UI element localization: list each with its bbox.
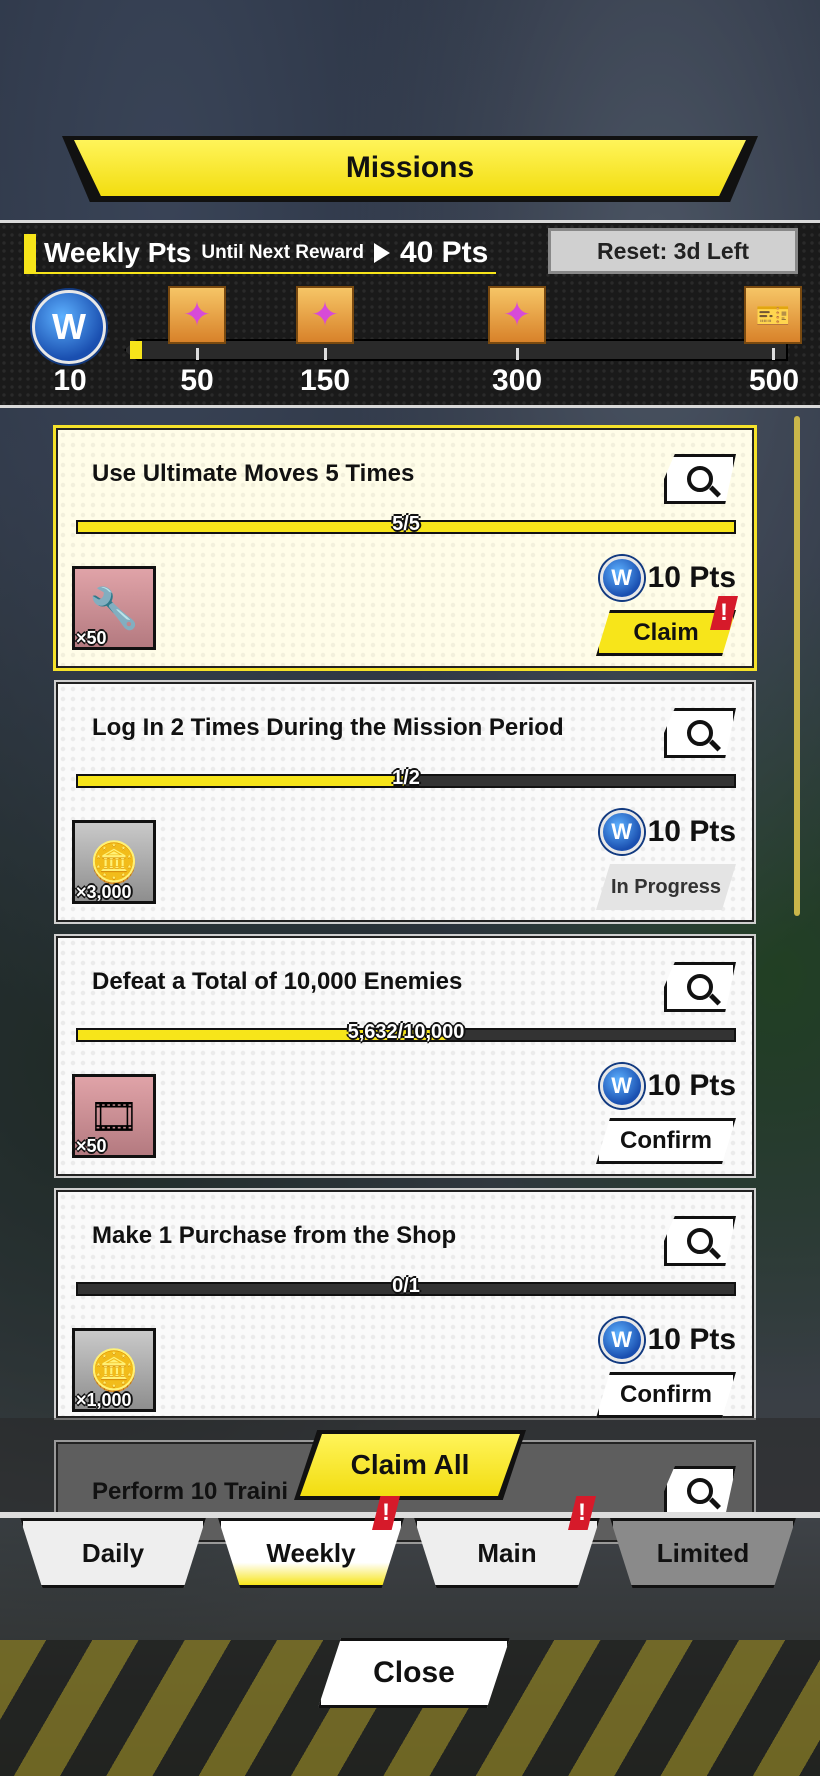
- mission-list-scrollbar[interactable]: [794, 416, 800, 916]
- mission-title: Log In 2 Times During the Mission Period: [92, 714, 564, 741]
- mission-points: W 10 Pts: [599, 1318, 736, 1362]
- weekly-points-badge-icon: W: [32, 290, 106, 364]
- rainbow-crystal-reward-icon[interactable]: ✦: [168, 286, 226, 344]
- confirm-button[interactable]: Confirm: [596, 1372, 736, 1418]
- mission-points: W 10 Pts: [599, 556, 736, 600]
- page-title: Missions: [74, 140, 746, 196]
- rainbow-crystal-reward-icon[interactable]: ✦: [296, 286, 354, 344]
- milestone-tick: [324, 348, 327, 360]
- mission-card: Use Ultimate Moves 5 Times 5/5 🔧 ×50 W 1…: [53, 425, 757, 671]
- rainbow-crystal-reward-icon[interactable]: ✦: [488, 286, 546, 344]
- mission-details-button[interactable]: [664, 1216, 736, 1266]
- points-value: 10 Pts: [647, 1069, 736, 1102]
- weekly-pts-title: Weekly Pts: [44, 237, 192, 268]
- weekly-points-badge-icon: W: [599, 810, 644, 854]
- progress-text: 5/5: [392, 513, 420, 535]
- mission-points: W 10 Pts: [599, 1064, 736, 1108]
- mission-progress-bar: 0/1: [76, 1275, 736, 1297]
- reward-quantity: ×3,000: [76, 882, 132, 902]
- milestone-label: 500: [748, 364, 800, 397]
- current-points: 10: [53, 364, 87, 397]
- alert-icon: !: [710, 596, 738, 630]
- mission-details-button[interactable]: [664, 454, 736, 504]
- points-value: 10 Pts: [647, 1323, 736, 1356]
- progress-text: 0/1: [392, 1275, 420, 1297]
- weekly-points-header: Weekly Pts Until Next Reward 40 Pts: [24, 234, 497, 274]
- claim-all-button[interactable]: Claim All: [300, 1434, 520, 1496]
- confirm-button[interactable]: Confirm: [596, 1118, 736, 1164]
- points-track-fill: [130, 341, 142, 359]
- progress-text: 5,632/10,000: [347, 1021, 465, 1043]
- milestone-label: 150: [299, 364, 351, 397]
- mission-details-button[interactable]: [664, 1466, 736, 1516]
- tab-daily[interactable]: Daily: [20, 1518, 206, 1588]
- reset-timer: Reset: 3d Left: [548, 228, 798, 274]
- mission-details-button[interactable]: [664, 962, 736, 1012]
- milestone-label: 50: [180, 364, 214, 397]
- mission-title: Use Ultimate Moves 5 Times: [92, 460, 415, 487]
- weekly-points-badge-icon: W: [599, 1318, 644, 1362]
- weekly-points-badge-icon: W: [599, 556, 644, 600]
- ticket-reward-icon[interactable]: 🎫: [744, 286, 802, 344]
- progress-text: 1/2: [392, 767, 420, 789]
- mission-progress-bar: 1/2: [76, 767, 736, 789]
- milestone-tick: [516, 348, 519, 360]
- until-next-reward-label: Until Next Reward: [201, 242, 364, 263]
- mission-title: Make 1 Purchase from the Shop: [92, 1222, 457, 1249]
- mission-progress-bar: 5,632/10,000: [76, 1021, 736, 1043]
- mission-card: Defeat a Total of 10,000 Enemies 5,632/1…: [54, 934, 756, 1178]
- magnifier-icon: [687, 974, 713, 1000]
- mission-card: Log In 2 Times During the Mission Period…: [54, 680, 756, 924]
- reward-quantity: ×50: [76, 628, 107, 648]
- milestone-tick: [196, 348, 199, 360]
- arrow-right-icon: [373, 243, 390, 263]
- mission-points: W 10 Pts: [599, 810, 736, 854]
- points-value: 10 Pts: [647, 815, 736, 848]
- mission-title: Defeat a Total of 10,000 Enemies: [92, 968, 463, 995]
- magnifier-icon: [687, 1228, 713, 1254]
- weekly-points-badge-icon: W: [599, 1064, 644, 1108]
- tabs-divider: [0, 1512, 820, 1518]
- magnifier-icon: [687, 720, 713, 746]
- milestone-tick: [772, 348, 775, 360]
- magnifier-icon: [687, 466, 713, 492]
- milestone-label: 300: [491, 364, 543, 397]
- mission-details-button[interactable]: [664, 708, 736, 758]
- reward-quantity: ×50: [76, 1136, 107, 1156]
- reward-quantity: ×1,000: [76, 1390, 132, 1410]
- points-value: 10 Pts: [647, 561, 736, 594]
- tab-limited[interactable]: Limited: [610, 1518, 796, 1588]
- close-button[interactable]: Close: [318, 1638, 510, 1708]
- mission-progress-bar: 5/5: [76, 513, 736, 535]
- mission-card: Make 1 Purchase from the Shop 0/1 🪙 ×1,0…: [54, 1188, 756, 1420]
- in-progress-status: In Progress: [596, 864, 736, 910]
- mission-title: Perform 10 Traini: [92, 1478, 289, 1505]
- points-needed: 40 Pts: [399, 236, 489, 269]
- magnifier-icon: [687, 1478, 713, 1504]
